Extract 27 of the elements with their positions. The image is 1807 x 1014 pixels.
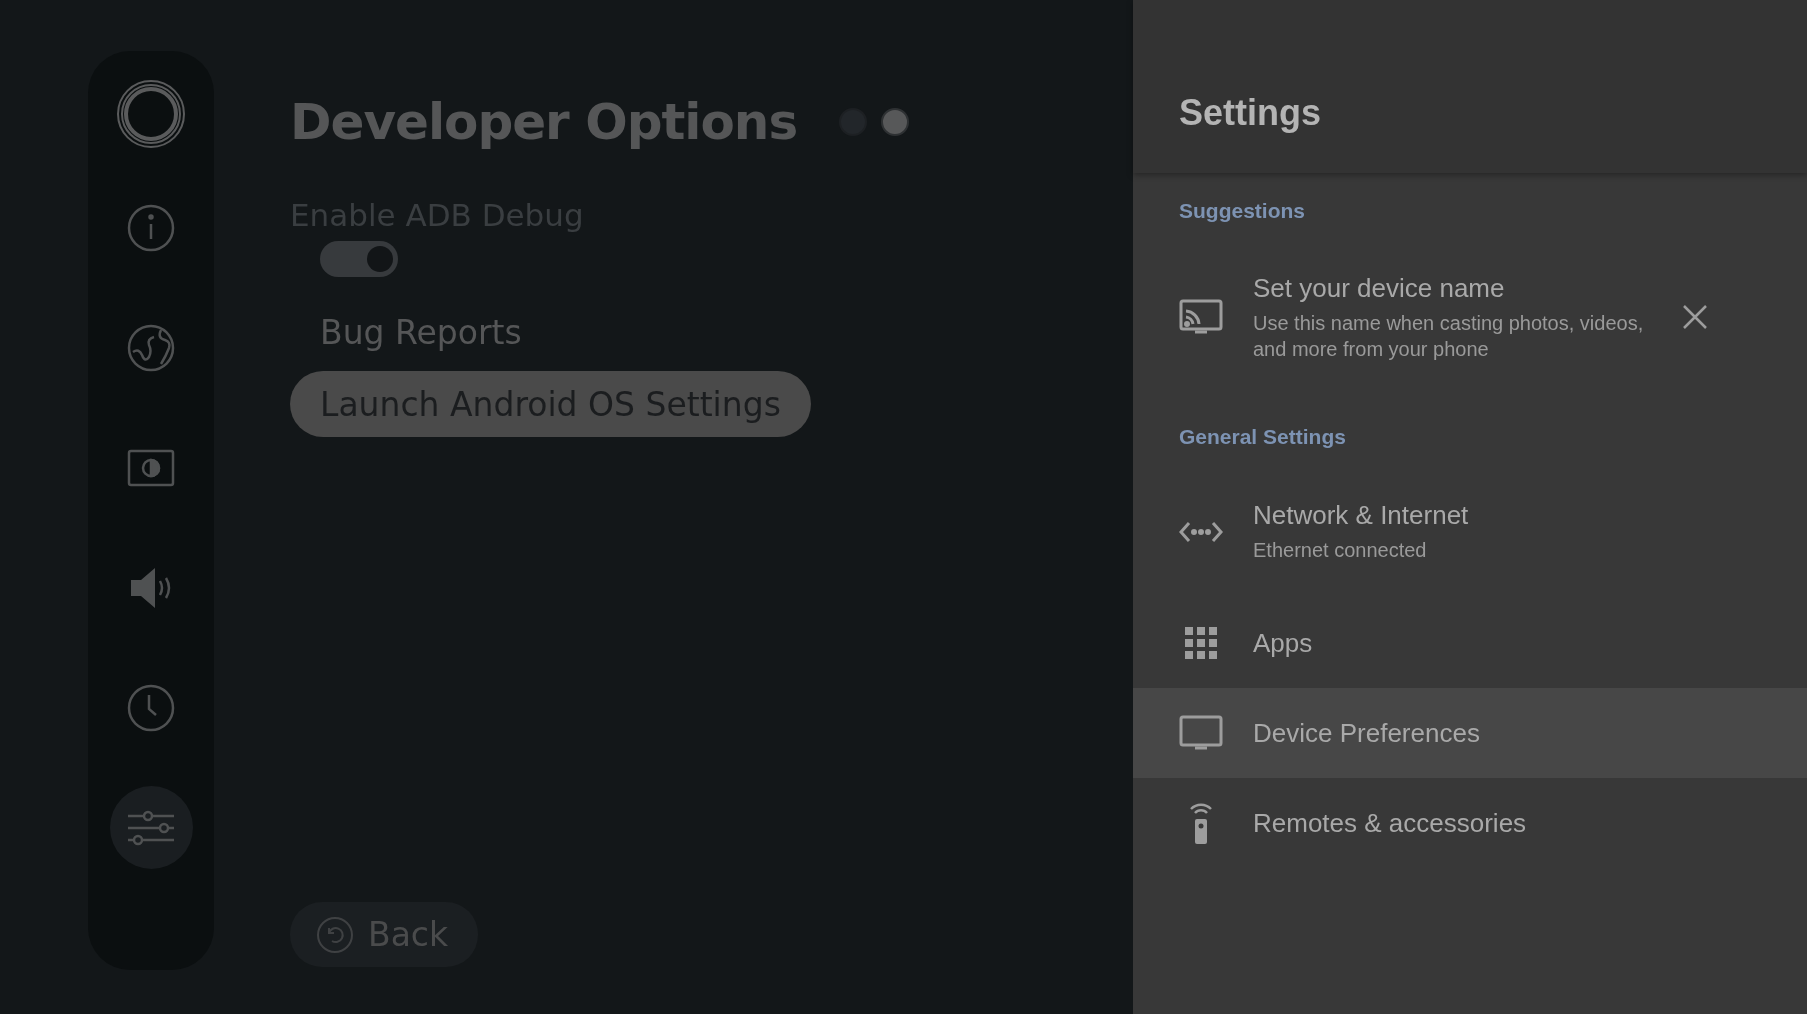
page-title: Developer Options [290,92,798,152]
row-title: Remotes & accessories [1253,807,1528,839]
network-icon [1179,519,1223,544]
row-title: Network & Internet [1253,500,1470,531]
toggle-switch[interactable] [320,241,398,277]
row-subtitle: Use this name when casting photos, videos, and more from your phone [1253,310,1645,362]
clock-icon [126,682,176,733]
row-title: Device Preferences [1253,717,1481,749]
section-heading: Suggestions [1178,198,1306,224]
settings-row[interactable]: Device Preferences [1133,688,1807,778]
settings-title: Settings [1179,92,1321,134]
settings-row[interactable]: Apps [1133,598,1807,688]
logo-icon [116,79,186,149]
monitor-icon [1179,715,1223,751]
close-icon[interactable] [1681,303,1709,331]
brightness-icon [127,448,175,487]
row-subtitle: Ethernet connected [1253,538,1428,563]
cast-icon [1179,299,1223,335]
row-title: Set your device name [1253,272,1506,304]
back-icon [316,915,354,954]
settings-row[interactable]: Remotes & accessories [1133,778,1807,868]
settings-row[interactable]: Network & Internet Ethernet connected [1133,465,1807,598]
settings-row[interactable]: Set your device name Use this name when casting photos, videos, and more from your phone [1133,239,1807,395]
apps-grid-icon [1185,627,1217,659]
section-heading: General Settings [1178,424,1347,450]
row-title: Apps [1253,627,1314,659]
info-icon [126,202,176,253]
